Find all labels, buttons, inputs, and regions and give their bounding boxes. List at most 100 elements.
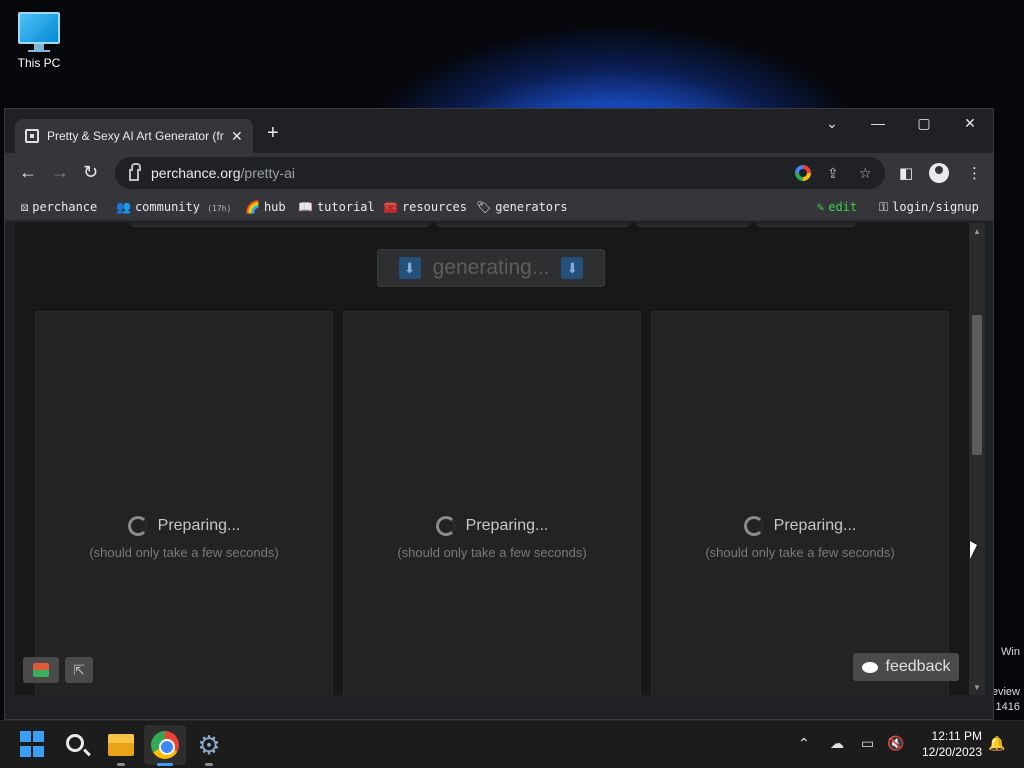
chrome-active-indicator bbox=[157, 763, 173, 766]
feedback-button[interactable]: feedback bbox=[853, 653, 959, 681]
scroll-down-arrow-icon[interactable]: ▼ bbox=[973, 683, 981, 692]
watermark-text-1: Win bbox=[1001, 646, 1020, 658]
tab-pretty-ai[interactable]: Pretty & Sexy AI Art Generator (fr ✕ bbox=[15, 119, 253, 153]
rainbow-icon: 🌈 bbox=[245, 200, 260, 214]
image-card-1: Preparing... (should only take a few sec… bbox=[35, 311, 333, 695]
toolbox-icon: 🧰 bbox=[383, 200, 398, 214]
share-icon[interactable]: ⇪ bbox=[827, 165, 839, 182]
preparing-text: Preparing... bbox=[465, 517, 549, 534]
nav-perchance[interactable]: ⚄ perchance bbox=[21, 200, 97, 214]
preparing-text: Preparing... bbox=[157, 517, 241, 534]
down-arrow-icon: ⬇ bbox=[561, 257, 584, 279]
partial-button-3[interactable] bbox=[637, 223, 749, 227]
profile-avatar-icon[interactable] bbox=[929, 163, 949, 183]
start-windows-icon[interactable] bbox=[20, 731, 48, 759]
watermark-text-2: eview bbox=[991, 686, 1020, 698]
watermark-text-3: 1416 bbox=[995, 701, 1020, 713]
maximize-button[interactable]: ▢ bbox=[909, 115, 939, 132]
site-nav-bar: ⚄ perchance 👥 community (17h) 🌈 hub 📖 tutori… bbox=[5, 193, 993, 221]
preparing-text: Preparing... bbox=[773, 517, 857, 534]
page-scrollbar[interactable]: ▲ ▼ bbox=[969, 223, 985, 695]
nav-tutorial[interactable]: 📖 tutorial bbox=[298, 200, 375, 214]
file-explorer-icon[interactable] bbox=[108, 734, 134, 756]
preparing-note: (should only take a few seconds) bbox=[397, 545, 587, 560]
new-tab-button[interactable]: + bbox=[267, 123, 279, 143]
picture-icon bbox=[33, 663, 49, 677]
loading-spinner-icon bbox=[127, 516, 148, 536]
tab-close-icon[interactable]: ✕ bbox=[231, 128, 243, 145]
browser-toolbar: ← → ↻ perchance.org /pretty-ai ⇪ ☆ ◧ ⋮ bbox=[5, 153, 993, 193]
settings-gear-icon[interactable]: ⚙ bbox=[195, 731, 223, 759]
nav-edit[interactable]: ✎ edit bbox=[817, 200, 857, 214]
expand-button[interactable]: ⇱ bbox=[65, 657, 93, 683]
preparing-note: (should only take a few seconds) bbox=[89, 545, 279, 560]
nav-login-signup[interactable]: ⚿ login/signup bbox=[879, 200, 979, 215]
reload-icon[interactable]: ↻ bbox=[83, 163, 98, 181]
loading-spinner-icon bbox=[743, 516, 764, 536]
bookmark-star-icon[interactable]: ☆ bbox=[859, 165, 872, 182]
tray-chevron-up-icon[interactable]: ⌃ bbox=[798, 735, 810, 752]
nav-resources[interactable]: 🧰 resources bbox=[383, 200, 467, 214]
tab-bar: Pretty & Sexy AI Art Generator (fr ✕ + ⌄… bbox=[5, 109, 993, 153]
loading-spinner-icon bbox=[435, 516, 456, 536]
scrollbar-thumb[interactable] bbox=[972, 315, 982, 455]
partial-button-4[interactable] bbox=[757, 223, 855, 227]
page-content: ⬇ generating... ⬇ Preparing... (should o… bbox=[15, 223, 970, 695]
onedrive-offline-icon[interactable]: ☁ bbox=[830, 735, 844, 752]
tab-title: Pretty & Sexy AI Art Generator (fr bbox=[47, 129, 224, 143]
menu-kebab-icon[interactable]: ⋮ bbox=[967, 164, 982, 182]
lock-icon[interactable] bbox=[129, 163, 141, 181]
image-card-3: Preparing... (should only take a few sec… bbox=[651, 311, 949, 695]
image-card-2: Preparing... (should only take a few sec… bbox=[343, 311, 641, 695]
scroll-up-arrow-icon[interactable]: ▲ bbox=[973, 227, 981, 236]
pencil-icon: ✎ bbox=[817, 200, 825, 214]
generate-label: generating... bbox=[432, 256, 550, 279]
nav-generators[interactable]: 🏷 generators bbox=[476, 200, 567, 214]
clock-time: 12:11 PM bbox=[931, 729, 982, 743]
volume-muted-icon[interactable]: 🔇 bbox=[887, 735, 904, 752]
feedback-label: feedback bbox=[885, 658, 951, 675]
perchance-dice-icon bbox=[25, 129, 39, 143]
search-icon[interactable] bbox=[66, 734, 84, 752]
forward-arrow-icon[interactable]: → bbox=[51, 163, 69, 181]
arrow-up-left-icon: ⇱ bbox=[73, 661, 85, 678]
partial-button-1[interactable] bbox=[131, 223, 429, 227]
down-arrow-icon: ⬇ bbox=[398, 257, 421, 279]
book-icon: 📖 bbox=[298, 200, 313, 214]
explorer-running-indicator bbox=[117, 763, 125, 766]
key-icon: ⚿ bbox=[879, 200, 889, 214]
back-arrow-icon[interactable]: ← bbox=[19, 163, 37, 181]
taskbar: ⚙ ⌃ ☁ ▭ 🔇 12:11 PM 12/20/2023 🔔 bbox=[0, 720, 1024, 768]
system-clock[interactable]: 12:11 PM 12/20/2023 bbox=[910, 728, 982, 760]
nav-hub[interactable]: 🌈 hub bbox=[245, 200, 286, 214]
tag-icon: 🏷 bbox=[476, 200, 492, 214]
this-pc-desktop-icon[interactable]: This PC bbox=[10, 8, 68, 70]
preparing-status: Preparing... bbox=[652, 516, 948, 536]
minimize-button[interactable]: — bbox=[863, 115, 893, 131]
address-bar[interactable]: perchance.org /pretty-ai ⇪ ☆ bbox=[115, 157, 885, 189]
generate-button[interactable]: ⬇ generating... ⬇ bbox=[377, 249, 605, 287]
side-panel-icon[interactable]: ◧ bbox=[899, 164, 913, 182]
network-icon[interactable]: ▭ bbox=[861, 735, 874, 752]
partial-button-2[interactable] bbox=[437, 223, 629, 227]
preparing-note: (should only take a few seconds) bbox=[705, 545, 895, 560]
tab-search-chevron-icon[interactable]: ⌄ bbox=[817, 115, 847, 132]
gallery-button[interactable] bbox=[23, 657, 59, 683]
preparing-status: Preparing... bbox=[36, 516, 332, 536]
people-icon: 👥 bbox=[116, 200, 131, 214]
clock-date: 12/20/2023 bbox=[921, 745, 982, 759]
preparing-status: Preparing... bbox=[344, 516, 640, 536]
monitor-icon bbox=[18, 12, 60, 52]
notification-bell-icon[interactable]: 🔔 bbox=[988, 735, 1005, 752]
dice-icon: ⚄ bbox=[21, 200, 29, 214]
nav-community[interactable]: 👥 community (17h) bbox=[116, 200, 231, 214]
mouse-cursor-icon bbox=[970, 541, 977, 559]
url-host: perchance.org bbox=[151, 165, 241, 181]
speech-bubble-icon bbox=[861, 661, 878, 673]
chrome-icon[interactable] bbox=[151, 731, 179, 759]
google-lens-icon[interactable] bbox=[795, 165, 811, 181]
settings-running-indicator bbox=[205, 763, 213, 766]
close-window-button[interactable]: ✕ bbox=[955, 115, 985, 132]
browser-window: Pretty & Sexy AI Art Generator (fr ✕ + ⌄… bbox=[4, 108, 994, 720]
url-path: /pretty-ai bbox=[240, 165, 295, 181]
